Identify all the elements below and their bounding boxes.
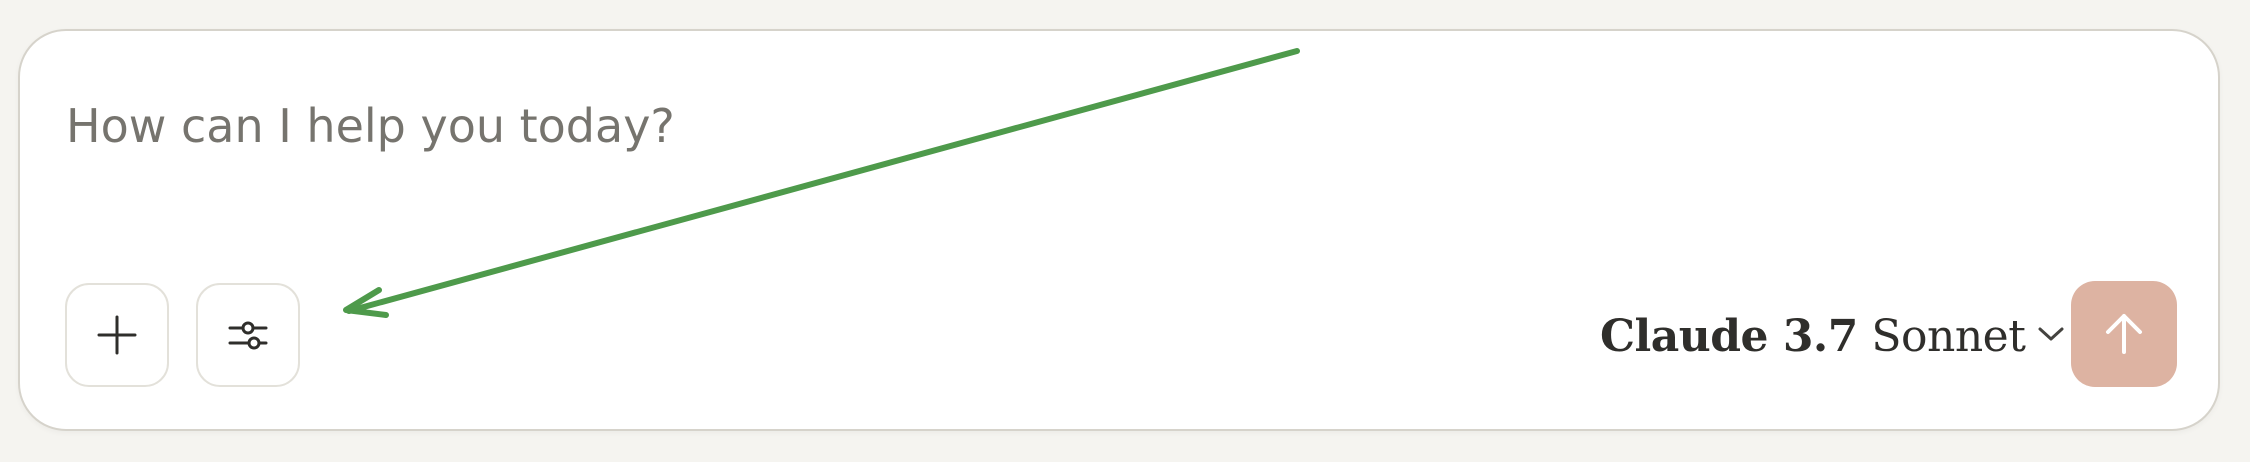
add-content-button[interactable]	[65, 283, 169, 387]
tools-settings-button[interactable]	[196, 283, 300, 387]
arrow-up-icon	[2099, 308, 2149, 361]
prompt-input[interactable]	[66, 91, 1666, 161]
model-selector[interactable]: Claude 3.7 Sonnet	[1600, 303, 2067, 369]
send-button[interactable]	[2071, 281, 2177, 387]
chat-composer: Claude 3.7 Sonnet	[18, 29, 2220, 431]
model-variant: Sonnet	[1871, 310, 2026, 362]
chevron-down-icon	[2035, 318, 2067, 355]
model-name: Claude 3.7 Sonnet	[1600, 310, 2026, 362]
model-brand: Claude 3.7	[1600, 310, 1858, 362]
sliders-icon	[226, 313, 270, 357]
plus-icon	[95, 313, 139, 357]
